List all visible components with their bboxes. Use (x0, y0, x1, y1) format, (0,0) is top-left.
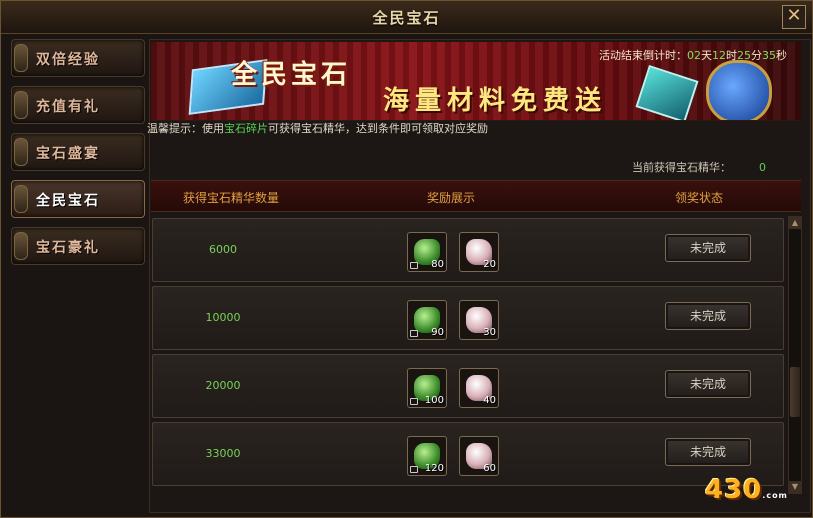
countdown-seconds: 35 (762, 49, 776, 62)
bound-lock-icon (410, 262, 418, 269)
claim-status-button[interactable]: 未完成 (665, 370, 751, 398)
reward-count: 100 (424, 395, 444, 406)
event-content-panel: 全民宝石 海量材料免费送 活动结束倒计时：02天12时25分35秒 温馨提示：使… (147, 39, 811, 513)
tab-knob-icon (14, 185, 28, 213)
essence-value: 0 (759, 161, 766, 174)
sapphire-gem-icon (706, 60, 772, 120)
tab-knob-icon (14, 138, 28, 166)
countdown-timer: 活动结束倒计时：02天12时25分35秒 (599, 47, 787, 63)
requirement-value: 20000 (205, 379, 241, 392)
table-row: 6000 80 20 未完成 (152, 218, 784, 282)
tip-prefix: 温馨提示：使用 (147, 122, 224, 135)
reward-item-pink-gem[interactable]: 20 (459, 232, 499, 272)
countdown-minutes-unit: 分 (751, 49, 762, 62)
tip-text: 温馨提示：使用宝石碎片可获得宝石精华，达到条件即可领取对应奖励 (147, 120, 488, 136)
header-rewards: 奖励展示 (427, 191, 476, 205)
tab-knob-icon (14, 91, 28, 119)
sidebar-item-recharge-gift[interactable]: 充值有礼 (11, 86, 145, 124)
table-row: 20000 100 40 未完成 (152, 354, 784, 418)
sidebar-item-label: 宝石豪礼 (36, 240, 100, 256)
title-bar: 全民宝石 ✕ (1, 1, 812, 34)
scroll-down-arrow-icon[interactable]: ▼ (789, 481, 801, 493)
countdown-minutes: 25 (737, 49, 751, 62)
header-requirement: 获得宝石精华数量 (183, 191, 280, 205)
banner-slogan: 海量材料免费送 (383, 86, 608, 116)
reward-item-green-material[interactable]: 90 (407, 300, 447, 340)
reward-count: 40 (483, 395, 496, 406)
header-status: 领奖状态 (675, 191, 724, 205)
reward-count: 120 (424, 463, 444, 474)
sidebar-item-label: 宝石盛宴 (36, 146, 100, 162)
close-button[interactable]: ✕ (782, 5, 806, 29)
reward-item-pink-gem[interactable]: 40 (459, 368, 499, 408)
sidebar-item-label: 双倍经验 (36, 52, 100, 68)
countdown-hours: 12 (712, 49, 726, 62)
claim-status-button[interactable]: 未完成 (665, 234, 751, 262)
reward-count: 30 (483, 327, 496, 338)
reward-table-header: 获得宝石精华数量 奖励展示 领奖状态 (151, 180, 801, 212)
event-banner: 全民宝石 海量材料免费送 活动结束倒计时：02天12时25分35秒 (151, 42, 801, 121)
countdown-days-unit: 天 (701, 49, 712, 62)
sidebar-item-gem-feast[interactable]: 宝石盛宴 (11, 133, 145, 171)
bound-lock-icon (410, 466, 418, 473)
reward-count: 20 (483, 259, 496, 270)
tab-knob-icon (14, 232, 28, 260)
countdown-prefix: 活动结束倒计时： (599, 49, 687, 62)
reward-item-green-material[interactable]: 100 (407, 368, 447, 408)
reward-count: 60 (483, 463, 496, 474)
sidebar-item-label: 全民宝石 (36, 193, 100, 209)
requirement-value: 33000 (205, 447, 241, 460)
requirement-value: 6000 (209, 243, 237, 256)
claim-status-button[interactable]: 未完成 (665, 438, 751, 466)
sidebar-item-double-exp[interactable]: 双倍经验 (11, 39, 145, 77)
watermark-text: 430 (705, 475, 763, 505)
reward-item-pink-gem[interactable]: 60 (459, 436, 499, 476)
sidebar-item-gem-gift[interactable]: 宝石豪礼 (11, 227, 145, 265)
scroll-thumb[interactable] (790, 367, 800, 417)
bound-lock-icon (410, 398, 418, 405)
claim-status-button[interactable]: 未完成 (665, 302, 751, 330)
sidebar-item-all-gems[interactable]: 全民宝石 (11, 180, 145, 218)
reward-item-green-material[interactable]: 80 (407, 232, 447, 272)
tip-suffix: 可获得宝石精华，达到条件即可领取对应奖励 (268, 122, 488, 135)
requirement-value: 10000 (205, 311, 241, 324)
reward-item-pink-gem[interactable]: 30 (459, 300, 499, 340)
tip-highlight: 宝石碎片 (224, 122, 268, 135)
table-row: 33000 120 60 未完成 (152, 422, 784, 486)
countdown-days: 02 (687, 49, 701, 62)
scroll-up-arrow-icon[interactable]: ▲ (789, 217, 801, 229)
bound-lock-icon (410, 330, 418, 337)
countdown-seconds-unit: 秒 (776, 49, 787, 62)
reward-list-scrollbar[interactable]: ▲ ▼ (788, 216, 802, 494)
banner-title: 全民宝石 (231, 60, 352, 90)
window-title: 全民宝石 (372, 9, 441, 27)
essence-label: 当前获得宝石精华： (632, 161, 731, 174)
reward-count: 80 (431, 259, 444, 270)
reward-count: 90 (431, 327, 444, 338)
current-essence: 当前获得宝石精华： 0 (632, 159, 766, 175)
table-row: 10000 90 30 未完成 (152, 286, 784, 350)
gem-event-window: 全民宝石 ✕ 双倍经验 充值有礼 宝石盛宴 全民宝石 宝石豪礼 全民宝石 海量材… (0, 0, 813, 518)
site-watermark-logo: 430.com (705, 475, 788, 505)
reward-item-green-material[interactable]: 120 (407, 436, 447, 476)
watermark-suffix: .com (762, 491, 788, 500)
countdown-hours-unit: 时 (726, 49, 737, 62)
tab-knob-icon (14, 44, 28, 72)
activity-sidebar: 双倍经验 充值有礼 宝石盛宴 全民宝石 宝石豪礼 (11, 39, 145, 509)
sidebar-item-label: 充值有礼 (36, 99, 100, 115)
